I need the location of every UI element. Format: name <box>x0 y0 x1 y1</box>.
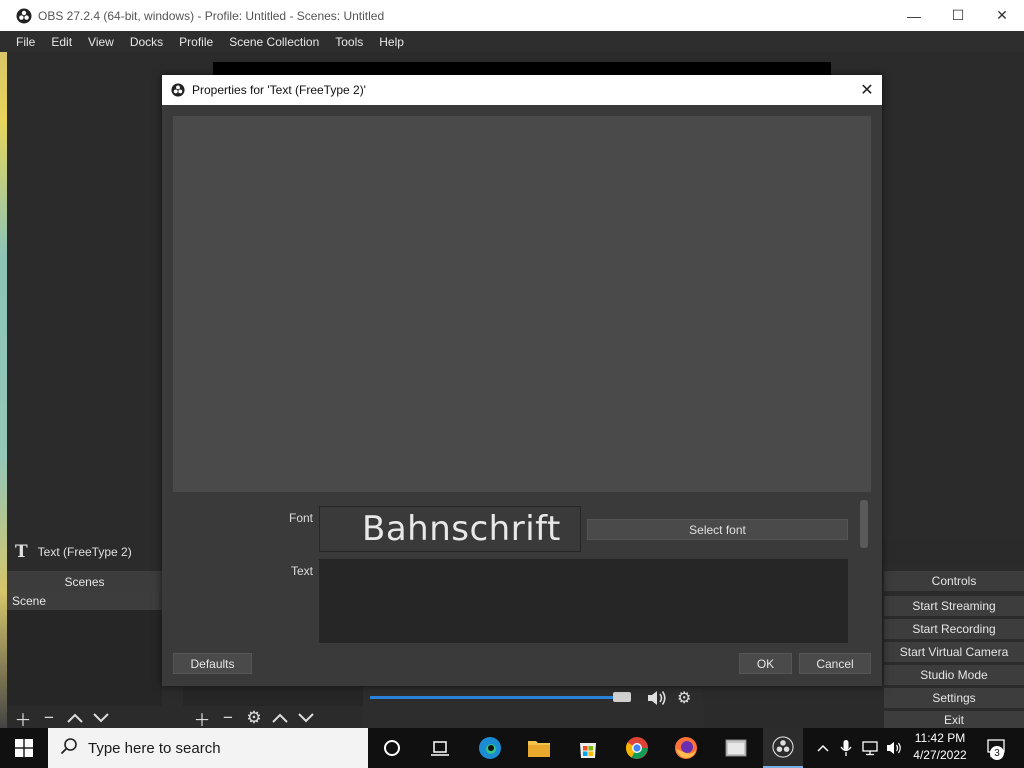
menu-tools[interactable]: Tools <box>327 35 371 49</box>
clock-date: 4/27/2022 <box>913 748 967 762</box>
selected-source-label: Text (FreeType 2) <box>37 545 132 559</box>
mixer-gear-icon[interactable]: ⚙ <box>677 688 695 708</box>
scenes-toolbar: ＋ − <box>7 706 183 730</box>
taskbar-clock[interactable]: 11:42 PM 4/27/2022 <box>905 730 975 766</box>
maximize-button[interactable]: ☐ <box>936 0 980 31</box>
search-placeholder: Type here to search <box>88 739 221 757</box>
cortana-icon[interactable] <box>372 728 412 768</box>
source-toolbar-right <box>882 541 1024 563</box>
window-title: OBS 27.2.4 (64-bit, windows) - Profile: … <box>38 8 385 23</box>
tray-expand-icon[interactable] <box>814 728 832 768</box>
studio-mode-button[interactable]: Studio Mode <box>884 665 1024 685</box>
remove-source-icon[interactable]: − <box>218 708 238 728</box>
chrome-icon[interactable] <box>617 728 657 768</box>
controls-dock-header: Controls <box>884 571 1024 591</box>
minimize-button[interactable]: — <box>892 0 936 31</box>
source-up-icon[interactable] <box>270 708 290 728</box>
windows-logo-icon <box>15 739 33 757</box>
network-icon[interactable] <box>860 728 882 768</box>
task-view-icon[interactable] <box>420 728 460 768</box>
add-source-icon[interactable]: ＋ <box>192 708 212 730</box>
obs-taskbar-icon[interactable] <box>763 728 803 768</box>
volume-slider[interactable] <box>370 696 627 699</box>
scenes-dock-header: Scenes <box>7 571 162 592</box>
start-button[interactable] <box>0 728 48 768</box>
menu-edit[interactable]: Edit <box>43 35 80 49</box>
microphone-icon[interactable] <box>836 728 856 768</box>
defaults-button[interactable]: Defaults <box>173 653 252 674</box>
remove-scene-icon[interactable]: − <box>39 708 59 728</box>
volume-slider-handle[interactable] <box>613 692 631 702</box>
dialog-title: Properties for 'Text (FreeType 2)' <box>192 83 366 97</box>
app-title-bar: OBS 27.2.4 (64-bit, windows) - Profile: … <box>0 0 1024 31</box>
clock-time: 11:42 PM <box>914 731 966 745</box>
obs-logo-icon <box>16 8 32 23</box>
firefox-icon[interactable] <box>666 728 706 768</box>
scene-list-item[interactable]: Scene <box>7 592 162 610</box>
text-label: Text <box>290 564 313 578</box>
obs-logo-icon <box>171 83 185 97</box>
microsoft-store-icon[interactable] <box>568 728 608 768</box>
search-icon <box>60 737 78 760</box>
properties-scrollbar[interactable] <box>860 500 868 548</box>
notifications-icon[interactable]: 3 <box>980 728 1014 768</box>
move-up-icon[interactable] <box>65 708 85 728</box>
select-font-button[interactable]: Select font <box>587 519 848 540</box>
ok-button[interactable]: OK <box>739 653 792 674</box>
app-window-icon[interactable] <box>716 728 756 768</box>
volume-tray-icon[interactable] <box>884 728 906 768</box>
taskbar-search-box[interactable]: Type here to search <box>48 728 368 768</box>
source-down-icon[interactable] <box>296 708 316 728</box>
cancel-button[interactable]: Cancel <box>799 653 871 674</box>
text-source-icon: T <box>15 542 28 562</box>
start-virtual-camera-button[interactable]: Start Virtual Camera <box>884 642 1024 662</box>
start-streaming-button[interactable]: Start Streaming <box>884 596 1024 616</box>
menu-view[interactable]: View <box>80 35 122 49</box>
menu-profile[interactable]: Profile <box>171 35 221 49</box>
notification-count-badge: 3 <box>990 746 1004 760</box>
menu-file[interactable]: File <box>8 35 43 49</box>
source-preview <box>173 116 871 492</box>
edge-browser-icon[interactable] <box>470 728 510 768</box>
speaker-icon[interactable] <box>646 688 668 708</box>
dialog-title-bar: Properties for 'Text (FreeType 2)' <box>162 75 882 105</box>
menu-help[interactable]: Help <box>371 35 412 49</box>
file-explorer-icon[interactable] <box>519 728 559 768</box>
move-down-icon[interactable] <box>91 708 111 728</box>
source-settings-gear-icon[interactable]: ⚙ <box>244 708 264 728</box>
dialog-close-button[interactable]: ✕ <box>856 79 878 101</box>
menu-bar: File Edit View Docks Profile Scene Colle… <box>0 31 1024 52</box>
font-label: Font <box>288 511 313 525</box>
settings-button[interactable]: Settings <box>884 688 1024 708</box>
sources-list[interactable] <box>183 687 363 706</box>
add-scene-icon[interactable]: ＋ <box>13 708 33 730</box>
close-window-button[interactable]: ✕ <box>980 0 1024 31</box>
start-recording-button[interactable]: Start Recording <box>884 619 1024 639</box>
menu-scene-collection[interactable]: Scene Collection <box>221 35 327 49</box>
menu-docks[interactable]: Docks <box>122 35 171 49</box>
background-window-edge <box>0 52 7 728</box>
exit-button[interactable]: Exit <box>884 711 1024 728</box>
text-input[interactable] <box>319 559 848 643</box>
font-preview: Bahnschrift <box>319 506 581 552</box>
source-toolbar: T Text (FreeType 2) <box>7 541 183 563</box>
sources-toolbar: ＋ − ⚙ <box>188 706 360 730</box>
